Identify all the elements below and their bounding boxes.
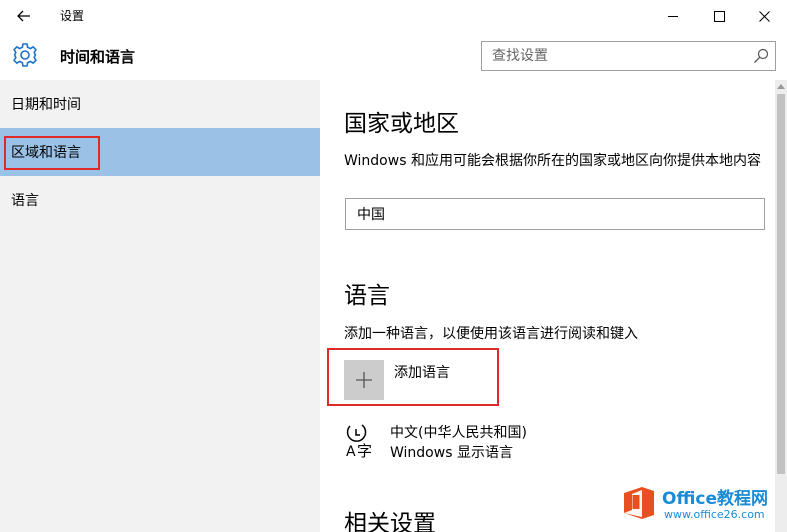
svg-text:字: 字: [357, 442, 372, 458]
minimize-icon: [667, 15, 678, 17]
sidebar-item-region-language[interactable]: 区域和语言: [0, 128, 320, 176]
page-header: 时间和语言: [0, 32, 787, 80]
search-input[interactable]: [482, 42, 747, 70]
minimize-button[interactable]: [650, 0, 696, 32]
region-heading: 国家或地区: [344, 111, 459, 137]
sidebar-item-label: 语言: [11, 193, 39, 209]
watermark-title: Office教程网: [662, 489, 769, 509]
title-bar: 设置: [0, 0, 787, 32]
country-dropdown[interactable]: 中国: [345, 198, 765, 230]
plus-icon: [356, 372, 372, 388]
add-language-label: 添加语言: [394, 365, 450, 381]
language-subtitle: Windows 显示语言: [390, 445, 513, 461]
add-language-button[interactable]: 添加语言: [344, 360, 504, 400]
sidebar: 日期和时间 区域和语言 语言: [0, 80, 320, 532]
installed-language-item[interactable]: A 字 中文(中华人民共和国) Windows 显示语言: [344, 420, 744, 464]
sidebar-item-label: 日期和时间: [11, 97, 81, 113]
add-language-tile[interactable]: [344, 360, 384, 400]
close-button[interactable]: [741, 0, 787, 32]
back-button[interactable]: [8, 4, 40, 28]
language-heading: 语言: [344, 283, 390, 309]
maximize-icon: [713, 10, 725, 22]
region-description: Windows 和应用可能会根据你所在的国家或地区向你提供本地内容: [344, 153, 761, 169]
window-title: 设置: [60, 9, 85, 23]
close-icon: [758, 10, 770, 22]
scroll-up-button[interactable]: [775, 80, 787, 92]
sidebar-item-speech[interactable]: 语言: [0, 176, 320, 224]
search-box[interactable]: [481, 41, 776, 71]
sidebar-item-label: 区域和语言: [11, 145, 81, 161]
back-arrow-icon: [17, 10, 30, 22]
scroll-thumb[interactable]: [777, 94, 785, 474]
page-title: 时间和语言: [60, 48, 136, 66]
language-icon: A 字: [346, 424, 372, 458]
chevron-up-icon: [777, 84, 785, 89]
watermark: Office教程网 www.office26.com: [620, 482, 782, 528]
office-logo-icon: [624, 487, 654, 519]
main-content: 国家或地区 Windows 和应用可能会根据你所在的国家或地区向你提供本地内容 …: [320, 80, 775, 532]
country-dropdown-value: 中国: [357, 207, 385, 223]
svg-text:A: A: [346, 444, 356, 458]
maximize-button[interactable]: [696, 0, 742, 32]
language-name: 中文(中华人民共和国): [390, 425, 527, 441]
search-icon[interactable]: [753, 48, 769, 64]
related-settings-heading: 相关设置: [344, 511, 436, 532]
watermark-url: www.office26.com: [664, 508, 765, 521]
scrollbar[interactable]: [775, 80, 787, 532]
sidebar-item-date-time[interactable]: 日期和时间: [0, 80, 320, 128]
gear-icon: [13, 43, 37, 67]
language-description: 添加一种语言，以便使用该语言进行阅读和键入: [344, 326, 638, 342]
